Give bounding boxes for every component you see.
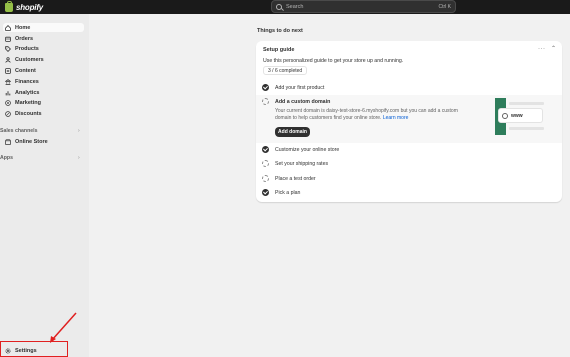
sidebar-item-label: Products <box>15 46 39 52</box>
search-icon <box>276 3 282 10</box>
task-label[interactable]: Add a custom domain <box>275 99 330 105</box>
search-bar[interactable]: Search Ctrl K <box>271 0 456 13</box>
check-circle-icon[interactable] <box>262 189 269 196</box>
dashed-circle-icon[interactable] <box>262 175 269 182</box>
sidebar-item-orders[interactable]: Orders <box>3 34 84 43</box>
illustration-panel: www <box>498 108 543 123</box>
progress-badge: 3 / 6 completed <box>263 66 308 75</box>
task-item[interactable]: Set your shipping rates <box>262 158 328 169</box>
storefront-icon <box>5 139 11 145</box>
sidebar-item-label: Home <box>15 24 31 31</box>
setup-guide-title: Setup guide <box>263 47 295 53</box>
illustration-line <box>509 127 544 130</box>
dashed-circle-icon[interactable] <box>262 98 269 105</box>
illustration-www: www <box>511 112 523 119</box>
sidebar-item-label: Customers <box>15 57 44 63</box>
sidebar-item-finances[interactable]: Finances <box>3 77 84 86</box>
domain-illustration: www <box>495 98 550 135</box>
task-label: Customize your online store <box>275 146 340 153</box>
check-circle-icon[interactable] <box>262 146 269 153</box>
sidebar-item-home[interactable]: Home <box>3 23 84 32</box>
bank-icon <box>5 78 11 85</box>
tag-icon <box>5 46 11 52</box>
target-icon <box>5 100 11 106</box>
shopping-bag-icon <box>5 0 13 12</box>
sidebar-item-label: Finances <box>15 78 39 85</box>
orders-icon <box>5 36 11 42</box>
content-icon <box>5 67 11 74</box>
domain-description-text: Your current domain is daisy-test-store-… <box>275 108 458 121</box>
task-label: Pick a plan <box>275 189 301 196</box>
sidebar-item-discounts[interactable]: Discounts <box>3 110 84 119</box>
home-icon <box>5 24 11 31</box>
task-label: Place a test order <box>275 175 316 182</box>
task-item[interactable]: Place a test order <box>262 173 316 184</box>
apps-label[interactable]: Apps <box>0 155 13 161</box>
setup-guide-card: Setup guide ··· ⌃ Use this personalized … <box>256 41 562 202</box>
sidebar-item-marketing[interactable]: Marketing <box>3 99 84 108</box>
illustration-line <box>509 102 544 105</box>
top-bar: shopify Search Ctrl K <box>0 0 570 14</box>
task-item[interactable]: Pick a plan <box>262 187 300 198</box>
person-icon <box>5 57 11 63</box>
sidebar-item-analytics[interactable]: Analytics <box>3 88 84 97</box>
shopify-logo[interactable]: shopify <box>5 0 44 13</box>
dashed-circle-icon[interactable] <box>262 160 269 167</box>
learn-more-link[interactable]: Learn more <box>383 115 409 121</box>
logo-text: shopify <box>16 2 44 12</box>
sidebar-item-content[interactable]: Content <box>3 66 84 75</box>
check-circle-icon[interactable] <box>262 84 269 91</box>
sidebar-item-label: Analytics <box>15 89 40 96</box>
settings-highlight-box <box>0 341 68 357</box>
task-item[interactable]: Customize your online store <box>262 144 339 155</box>
sidebar-item-customers[interactable]: Customers <box>3 56 84 65</box>
chevron-up-icon[interactable]: ⌃ <box>551 45 556 52</box>
task-item[interactable] <box>262 96 275 107</box>
chart-icon <box>5 90 11 96</box>
sidebar-item-online-store[interactable]: Online Store <box>3 138 84 147</box>
globe-icon <box>502 112 508 119</box>
more-options-icon[interactable]: ··· <box>538 46 546 52</box>
sales-channels-label[interactable]: Sales channels <box>0 128 38 134</box>
sidebar-item-label: Discounts <box>15 111 42 117</box>
sidebar-item-products[interactable]: Products <box>3 45 84 54</box>
discount-icon <box>5 111 11 117</box>
sidebar-item-label: Marketing <box>15 100 41 106</box>
chevron-right-icon[interactable]: › <box>78 155 80 161</box>
sidebar: Home Orders Products Customers Content F… <box>0 14 89 357</box>
task-label: Add your first product <box>275 84 325 91</box>
sidebar-item-label: Content <box>15 67 36 74</box>
page-title: Things to do next <box>257 28 303 34</box>
task-item[interactable]: Add your first product <box>262 82 324 93</box>
task-label: Set your shipping rates <box>275 160 329 167</box>
chevron-right-icon[interactable]: › <box>78 128 80 134</box>
setup-guide-description: Use this personalized guide to get your … <box>263 58 404 64</box>
domain-description: Your current domain is daisy-test-store-… <box>275 108 470 122</box>
add-domain-button[interactable]: Add domain <box>275 127 310 137</box>
search-shortcut: Ctrl K <box>438 3 452 10</box>
search-placeholder: Search <box>286 3 304 10</box>
sidebar-item-label: Orders <box>15 35 34 42</box>
sidebar-item-label: Online Store <box>15 139 48 145</box>
